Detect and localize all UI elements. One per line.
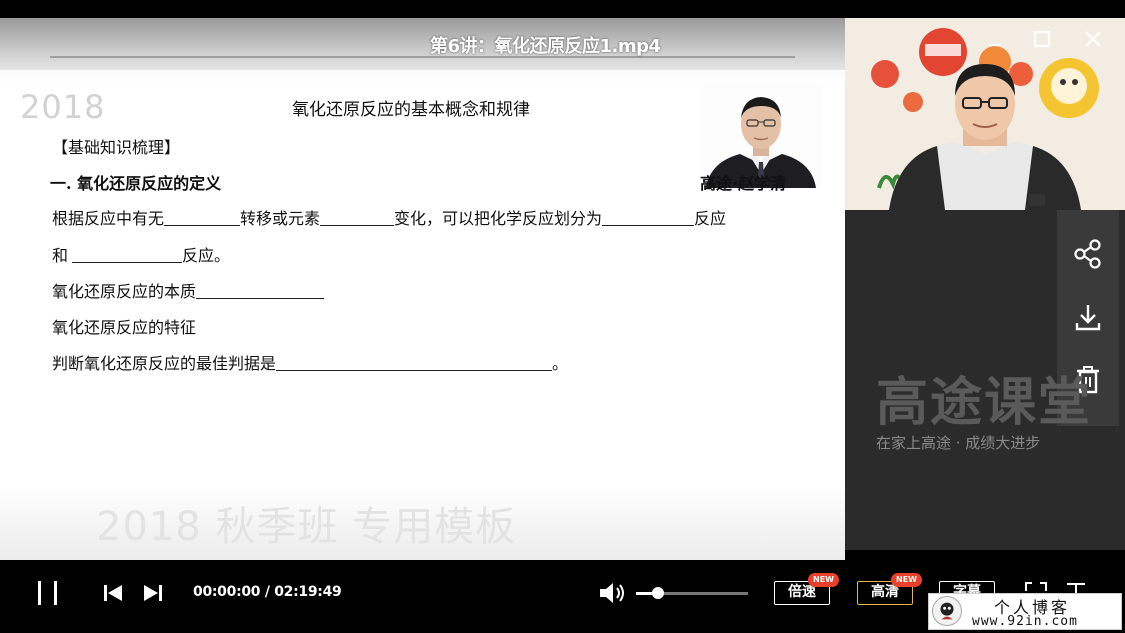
teacher-name: 高途·赵学清 [700, 174, 787, 193]
definition-line-1: 根据反应中有无 转移或元素 变化，可以把化学反应划分为 反应 [52, 205, 726, 229]
text-segment: 反应。 [182, 246, 231, 265]
minimize-icon[interactable] [984, 28, 1006, 50]
text-segment: 氧化还原反应的本质 [52, 282, 197, 301]
text-segment: 。 [552, 354, 569, 373]
slide-title: 氧化还原反应的基本概念和规律 [292, 100, 530, 120]
text-segment: 氧化还原反应的特征 [52, 318, 197, 337]
share-icon[interactable] [1068, 234, 1108, 274]
text-segment: 转移或元素 [240, 209, 321, 228]
fullscreen-icon[interactable] [1024, 581, 1048, 593]
volume-icon[interactable] [598, 581, 626, 605]
player-controls [0, 560, 845, 633]
close-icon[interactable] [1082, 28, 1104, 50]
fill-blank [276, 355, 553, 371]
feature-line: 氧化还原反应的特征 [52, 314, 196, 338]
previous-icon[interactable] [102, 583, 124, 603]
pause-icon[interactable] [34, 579, 62, 607]
window-title: 第6讲：氧化还原反应1.mp4 [430, 36, 661, 57]
text-segment: 根据反应中有无 [52, 209, 165, 228]
brand-watermark: 高途课堂 [876, 373, 1093, 433]
next-icon[interactable] [142, 583, 164, 603]
section-heading: 【基础知识梳理】 [52, 138, 181, 157]
fill-blank [196, 283, 325, 299]
template-watermark: 2018 秋季班 专用模板 [96, 504, 517, 550]
blog-url: www.92in.com [972, 614, 1078, 629]
menu-icon[interactable] [1064, 581, 1088, 593]
text-segment: 变化，可以把化学反应划分为 [394, 209, 603, 228]
new-badge: NEW [808, 573, 839, 587]
text-segment: 判断氧化还原反应的最佳判据是 [52, 354, 277, 373]
criterion-line: 判断氧化还原反应的最佳判据是 。 [52, 350, 568, 374]
subsection-heading: 一. 氧化还原反应的定义 [50, 174, 222, 193]
essence-line: 氧化还原反应的本质 [52, 278, 325, 302]
playback-time: 00:00:00 / 02:19:49 [193, 584, 342, 600]
maximize-icon[interactable] [1031, 28, 1053, 50]
new-badge: NEW [891, 573, 922, 587]
fill-blank [320, 210, 395, 226]
lecture-slide: 2018 氧化还原反应的基本概念和规律 【基础知识梳理】 一. 氧化还原反应的定… [0, 18, 845, 618]
download-icon[interactable] [1068, 297, 1108, 337]
video-player-window: 2018 氧化还原反应的基本概念和规律 【基础知识梳理】 一. 氧化还原反应的定… [0, 0, 1125, 633]
definition-line-2: 和 反应。 [52, 242, 230, 266]
blog-avatar-icon [932, 596, 962, 626]
text-segment: 反应 [694, 209, 727, 228]
fill-blank [602, 210, 695, 226]
brand-slogan: 在家上高途 · 成绩大进步 [876, 434, 1041, 452]
fill-blank [164, 210, 241, 226]
slide-top-gradient [0, 18, 845, 70]
text-segment: 和 [52, 246, 69, 265]
slide-year: 2018 [20, 88, 106, 126]
fill-blank [72, 247, 183, 263]
